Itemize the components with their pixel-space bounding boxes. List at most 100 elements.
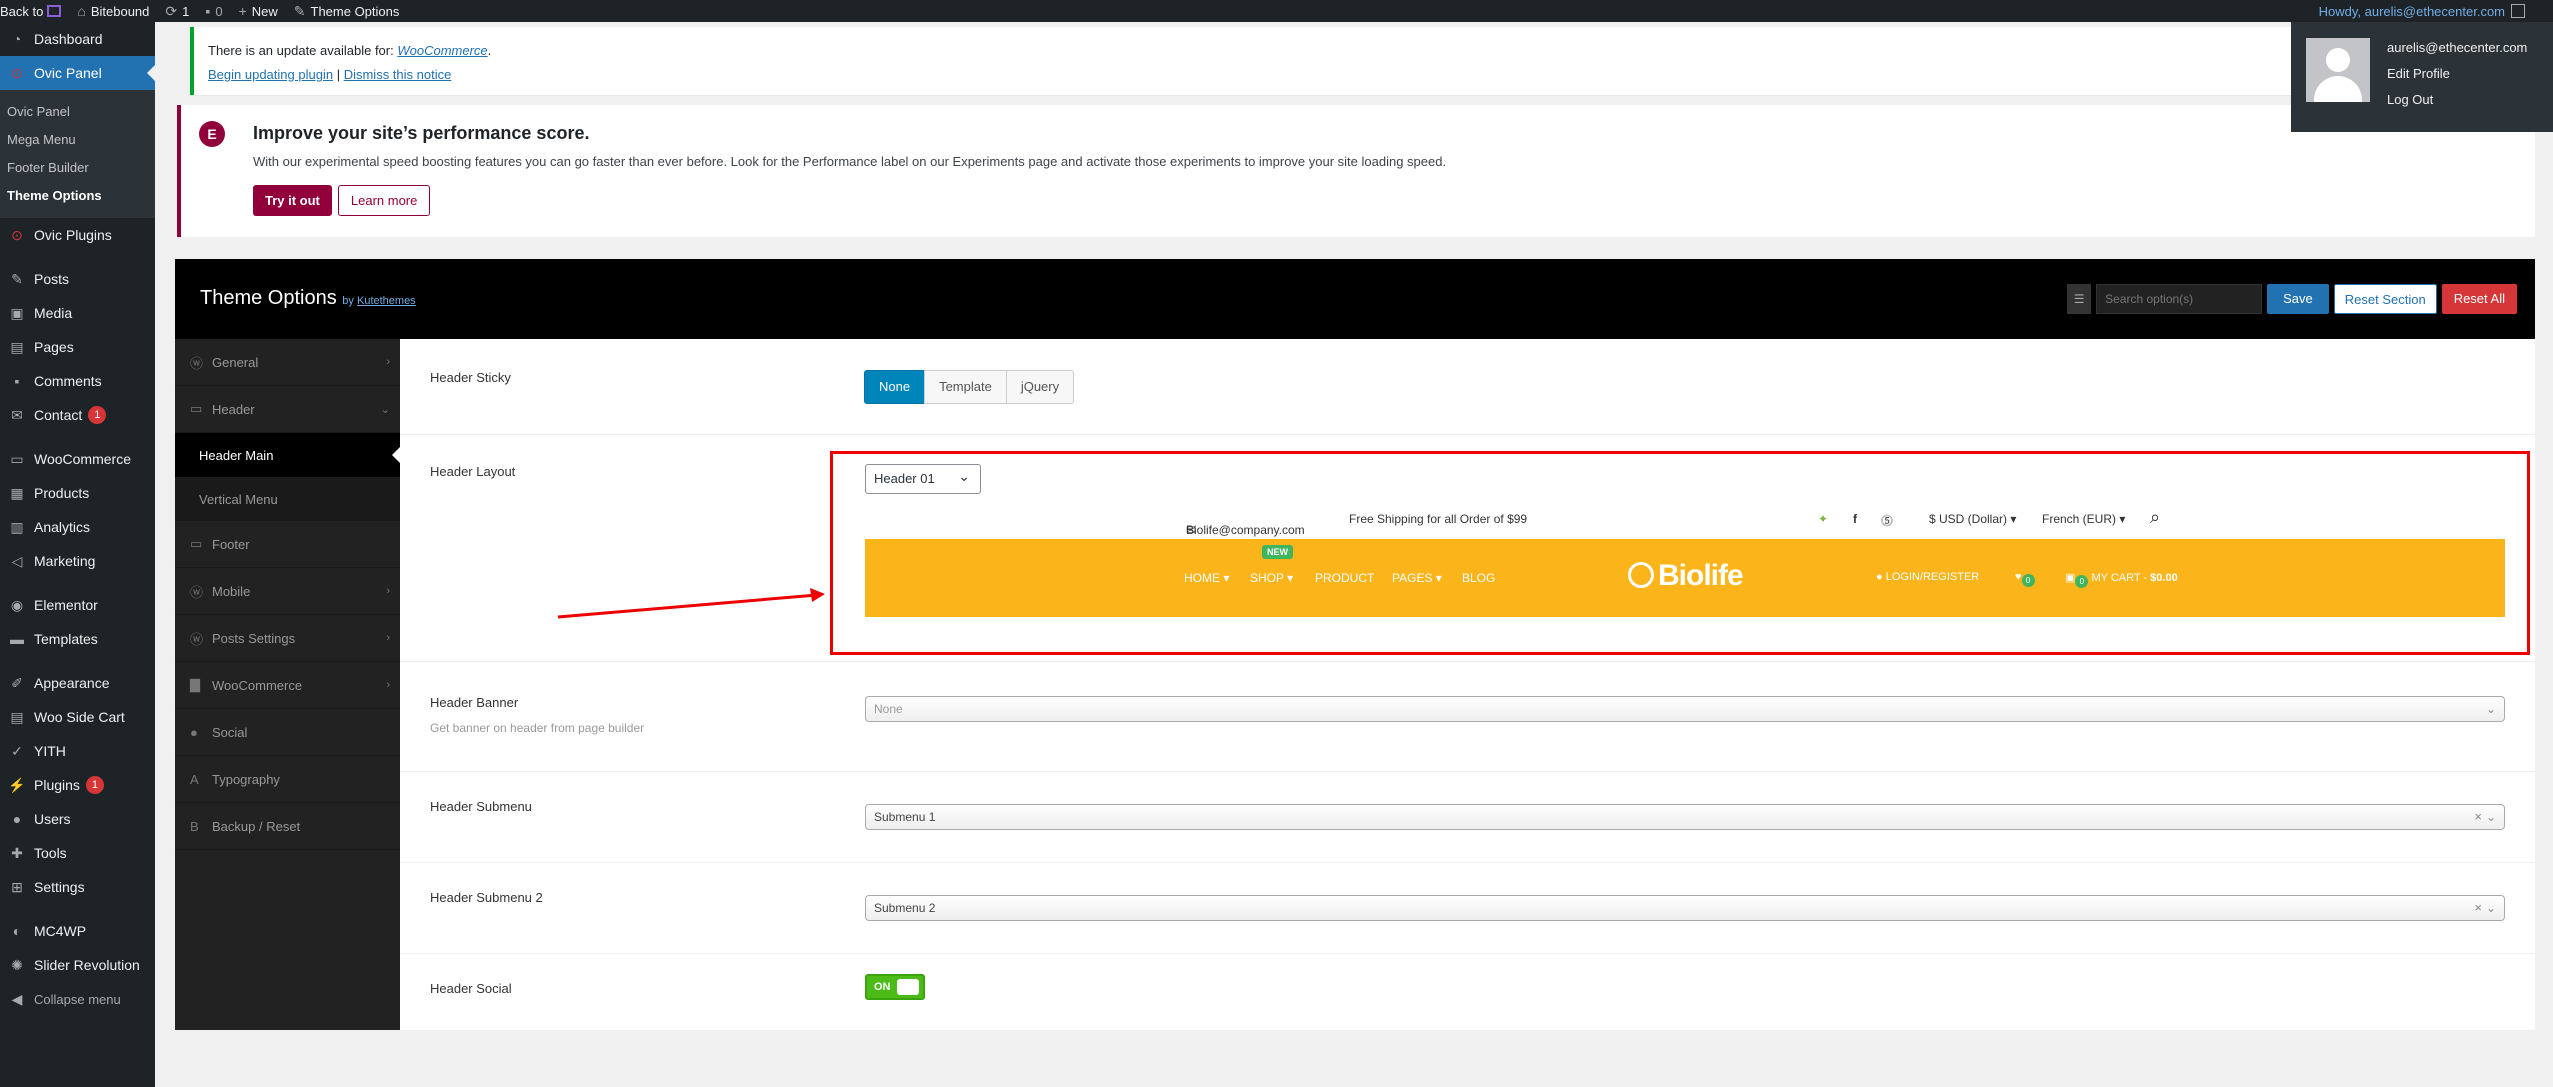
sidebar-item-products[interactable]: ▦ Products (0, 476, 155, 510)
sidebar-label: Tools (34, 845, 67, 861)
sidebar-item-settings[interactable]: ⊞ Settings (0, 870, 155, 904)
sidebar-label: Pages (34, 339, 74, 355)
media-icon: ▣ (10, 304, 24, 321)
bold-b-icon: B (190, 818, 199, 834)
nav-backup-reset[interactable]: B Backup / Reset (175, 803, 400, 850)
dashboard-icon: ◔ (12, 31, 22, 47)
sidebar-item-analytics[interactable]: ▥ Analytics (0, 510, 155, 544)
sticky-option-template[interactable]: Template (924, 370, 1007, 404)
updates-link[interactable]: ⟳ 1 (157, 0, 197, 22)
nav-header[interactable]: ▭ Header ⌄ (175, 386, 400, 433)
search-options-input[interactable]: Search option(s) (2096, 284, 2263, 314)
preview-topbar: ✉ Biolife@company.com Free Shipping for … (865, 501, 2505, 537)
sidebar-item-pages[interactable]: ▤ Pages (0, 330, 155, 364)
chevron-right-icon: › (386, 679, 390, 691)
sidebar-item-yith[interactable]: ✓ YITH (0, 734, 155, 768)
select-value: Submenu 2 (874, 901, 936, 915)
header-layout-select[interactable]: Header 01 (865, 462, 981, 494)
sidebar-item-elementor[interactable]: ◉ Elementor (0, 588, 155, 622)
header-submenu-select[interactable]: Submenu 1 × ⌄ (865, 804, 2505, 830)
nav-typography[interactable]: A Typography (175, 756, 400, 803)
learn-more-button[interactable]: Learn more (337, 185, 431, 216)
back-label: Back to (0, 3, 44, 19)
try-it-out-button[interactable]: Try it out (253, 185, 332, 216)
save-button[interactable]: Save (2267, 284, 2329, 314)
cart-icon: ▣ (2065, 572, 2076, 584)
sidebar-item-mc4wp[interactable]: ◐ MC4WP (0, 914, 155, 948)
submenu-footer-builder[interactable]: Footer Builder (0, 154, 155, 182)
nav-vertical-menu[interactable]: Vertical Menu (175, 477, 400, 521)
sidebar-item-tools[interactable]: ✚ Tools (0, 836, 155, 870)
nav-woocommerce[interactable]: ▇ WooCommerce › (175, 662, 400, 709)
expand-options-icon[interactable]: ☰ (2067, 284, 2092, 314)
sidebar-item-plugins[interactable]: ⚡ Plugins 1 (0, 768, 155, 802)
theme-options-link[interactable]: ✎ Theme Options (286, 0, 408, 22)
wrench-icon: ✚ (11, 844, 23, 861)
comment-icon: ▪ (14, 373, 20, 389)
sidebar-item-ovic-panel[interactable]: ⊙ Ovic Panel (0, 56, 155, 90)
reset-all-button[interactable]: Reset All (2441, 284, 2517, 314)
clear-icon[interactable]: × (2474, 896, 2482, 920)
header-social-toggle[interactable]: ON (865, 974, 925, 1000)
comment-icon: ▪ (205, 3, 211, 19)
sidebar-item-posts[interactable]: ✎ Posts (0, 262, 155, 296)
submenu-theme-options[interactable]: Theme Options (0, 182, 155, 210)
sidebar-item-dashboard[interactable]: ◔ Dashboard (0, 22, 155, 56)
my-account-link[interactable]: Howdy, aurelis@ethecenter.com (2311, 0, 2533, 22)
sticky-option-none[interactable]: None (864, 370, 926, 404)
woocommerce-link[interactable]: WooCommerce (397, 43, 487, 58)
sidebar-submenu: Ovic Panel Mega Menu Footer Builder Them… (0, 90, 155, 218)
sidebar-item-appearance[interactable]: ✐ Appearance (0, 666, 155, 700)
elementor-icon: ◉ (10, 596, 24, 613)
update-text: There is an update available for: (208, 43, 398, 58)
megaphone-icon: ◁ (11, 552, 23, 569)
sidebar-item-contact[interactable]: ✉ Contact 1 (0, 398, 155, 432)
begin-updating-link[interactable]: Begin updating plugin (208, 67, 333, 82)
nav-posts-settings[interactable]: ⓦ Posts Settings › (175, 615, 400, 662)
sidebar-item-media[interactable]: ▣ Media (0, 296, 155, 330)
sidebar-item-comments[interactable]: ▪ Comments (0, 364, 155, 398)
site-name-link[interactable]: ⌂ Bitebound (69, 0, 157, 22)
back-to-link[interactable]: Back to (0, 0, 69, 22)
nav-mobile[interactable]: ⓦ Mobile › (175, 568, 400, 615)
sidebar-item-marketing[interactable]: ◁ Marketing (0, 544, 155, 578)
sidebar-item-woo-side-cart[interactable]: ▤ Woo Side Cart (0, 700, 155, 734)
sidebar-item-ovic-plugins[interactable]: ⊙ Ovic Plugins (0, 218, 155, 252)
submenu-mega-menu[interactable]: Mega Menu (0, 126, 155, 154)
sidebar-item-users[interactable]: ● Users (0, 802, 155, 836)
woo-icon: ▭ (10, 450, 24, 467)
new-content-link[interactable]: + New (231, 0, 286, 22)
sticky-button-set: None Template jQuery (864, 370, 1075, 404)
sidebar-label: Products (34, 485, 90, 501)
by-text: by (342, 295, 357, 307)
sidebar-item-slider-revolution[interactable]: ✺ Slider Revolution (0, 948, 155, 982)
dismiss-notice-link[interactable]: Dismiss this notice (344, 67, 452, 82)
collapse-menu-button[interactable]: ◀ Collapse menu (0, 982, 155, 1016)
nav-social[interactable]: ● Social (175, 709, 400, 756)
sticky-option-jquery[interactable]: jQuery (1005, 370, 1075, 404)
edit-profile-link[interactable]: Edit Profile (2387, 66, 2527, 81)
chevron-right-icon: › (386, 585, 390, 597)
collapse-icon: ◀ (11, 990, 23, 1007)
kutethemes-link[interactable]: Kutethemes (357, 295, 416, 307)
sidebar-label: YITH (34, 743, 66, 759)
box-icon: ▦ (10, 484, 24, 501)
clear-icon[interactable]: × (2474, 805, 2482, 829)
sidebar-label: Posts (34, 271, 70, 287)
nav-label: Posts Settings (212, 630, 296, 646)
sidebar-item-templates[interactable]: ▬ Templates (0, 622, 155, 656)
avatar-large (2306, 38, 2370, 102)
header-submenu-2-select[interactable]: Submenu 2 × ⌄ (865, 895, 2505, 921)
comments-link[interactable]: ▪ 0 (197, 0, 230, 22)
nav-label: General (212, 354, 259, 370)
nav-header-main[interactable]: Header Main (175, 433, 400, 477)
nav-footer[interactable]: ▭ Footer (175, 521, 400, 568)
update-notice: There is an update available for: WooCom… (190, 27, 2535, 95)
header-banner-select[interactable]: None ⌄ (865, 696, 2505, 722)
submenu-ovic-panel[interactable]: Ovic Panel (0, 98, 155, 126)
sidebar-item-woocommerce[interactable]: ▭ WooCommerce (0, 442, 155, 476)
account-email[interactable]: aurelis@ethecenter.com (2387, 40, 2527, 55)
nav-general[interactable]: ⓦ General › (175, 339, 400, 386)
logout-link[interactable]: Log Out (2387, 92, 2527, 107)
reset-section-button[interactable]: Reset Section (2333, 284, 2437, 314)
